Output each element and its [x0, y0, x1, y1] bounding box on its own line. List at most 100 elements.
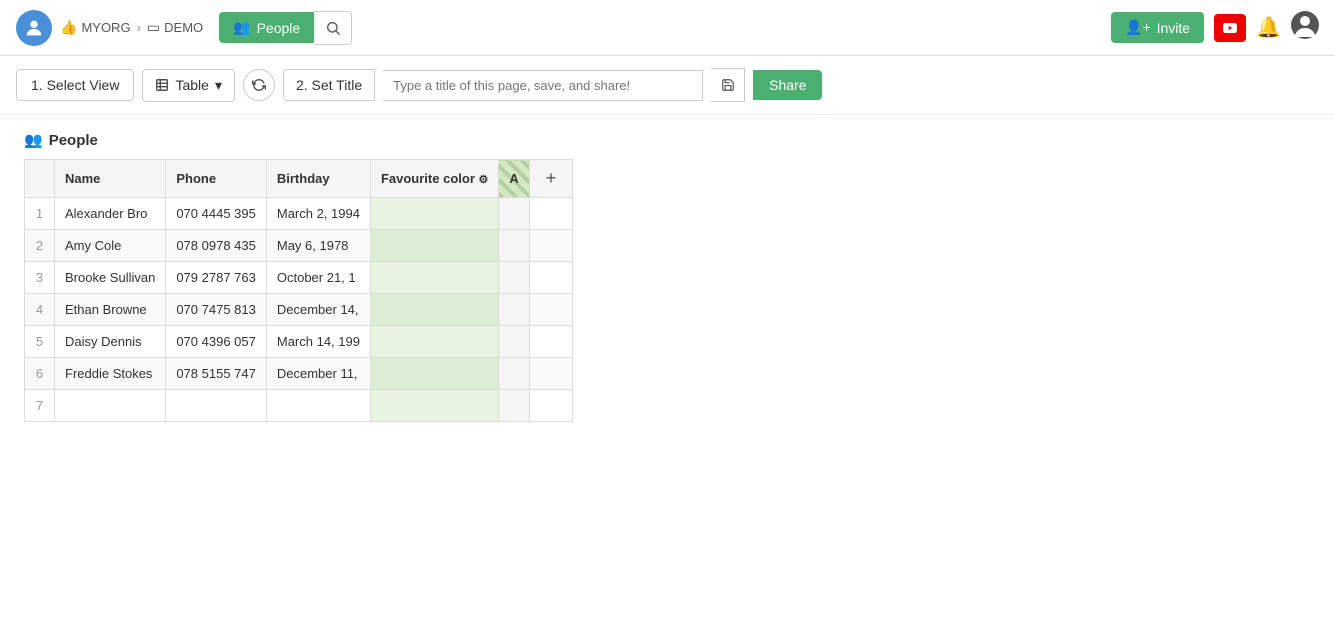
col-header-rownum — [25, 160, 55, 198]
invite-button[interactable]: 👤+ Invite — [1111, 12, 1204, 43]
search-button[interactable] — [314, 11, 352, 45]
phone-cell[interactable]: 070 4445 395 — [166, 198, 267, 230]
name-cell[interactable]: Daisy Dennis — [55, 326, 166, 358]
phone-cell[interactable]: 078 5155 747 — [166, 358, 267, 390]
breadcrumb-separator: › — [137, 20, 141, 35]
phone-cell[interactable]: 078 0978 435 — [166, 230, 267, 262]
col-header-favourite-color: Favourite color ⚙ — [370, 160, 498, 198]
col-header-birthday: Birthday — [266, 160, 370, 198]
table-row: 4Ethan Browne070 7475 813December 14, — [25, 294, 573, 326]
row-num-cell: 5 — [25, 326, 55, 358]
select-view-button[interactable]: 1. Select View — [16, 69, 134, 101]
name-cell[interactable] — [55, 390, 166, 422]
extra-col-cell — [529, 390, 573, 422]
invite-label: Invite — [1157, 20, 1190, 36]
share-button[interactable]: Share — [753, 70, 822, 100]
a-cell[interactable] — [499, 390, 529, 422]
row-num-cell: 3 — [25, 262, 55, 294]
extra-col-cell — [529, 230, 573, 262]
add-column-button[interactable]: + — [540, 168, 563, 189]
invite-icon: 👤+ — [1125, 19, 1151, 36]
youtube-button[interactable] — [1214, 14, 1246, 42]
favourite-color-cell[interactable] — [370, 230, 498, 262]
table-row: 5Daisy Dennis070 4396 057March 14, 199 — [25, 326, 573, 358]
set-title-label: 2. Set Title — [283, 69, 375, 101]
top-navigation: 👍 MYORG › ▭ DEMO 👥 People 👤+ Invite — [0, 0, 1335, 56]
section-title-text: People — [49, 132, 98, 149]
favourite-color-cell[interactable] — [370, 326, 498, 358]
people-table: Name Phone Birthday Favourite color ⚙ A … — [24, 159, 573, 422]
birthday-cell[interactable]: May 6, 1978 — [266, 230, 370, 262]
people-icon: 👥 — [233, 19, 250, 36]
table-row: 3Brooke Sullivan079 2787 763October 21, … — [25, 262, 573, 294]
name-cell[interactable]: Brooke Sullivan — [55, 262, 166, 294]
row-num-cell: 1 — [25, 198, 55, 230]
extra-col-cell — [529, 198, 573, 230]
people-button[interactable]: 👥 People — [219, 12, 314, 43]
row-num-cell: 4 — [25, 294, 55, 326]
table-label: Table — [175, 77, 208, 93]
search-bar: 👥 People — [219, 11, 899, 45]
nav-right: 👤+ Invite 🔔 — [1111, 11, 1319, 45]
birthday-cell[interactable]: March 14, 199 — [266, 326, 370, 358]
people-section-icon: 👥 — [24, 131, 43, 149]
row-num-cell: 2 — [25, 230, 55, 262]
toolbar: 1. Select View Table ▾ 2. Set Title Shar… — [0, 56, 1335, 115]
extra-col-cell — [529, 262, 573, 294]
main-content: 👥 People Name Phone Birthday Favourite c… — [0, 115, 1335, 438]
birthday-cell[interactable]: December 14, — [266, 294, 370, 326]
table-row: 1Alexander Bro070 4445 395March 2, 1994 — [25, 198, 573, 230]
favourite-color-cell[interactable] — [370, 198, 498, 230]
favourite-color-cell[interactable] — [370, 358, 498, 390]
birthday-cell[interactable]: October 21, 1 — [266, 262, 370, 294]
phone-cell[interactable]: 070 7475 813 — [166, 294, 267, 326]
extra-col-cell — [529, 294, 573, 326]
row-num-cell: 6 — [25, 358, 55, 390]
table-row: 2Amy Cole078 0978 435May 6, 1978 — [25, 230, 573, 262]
section-title: 👥 People — [24, 131, 1311, 149]
notifications-icon[interactable]: 🔔 — [1256, 15, 1281, 40]
birthday-cell[interactable] — [266, 390, 370, 422]
a-cell[interactable] — [499, 326, 529, 358]
favourite-color-settings-icon[interactable]: ⚙ — [479, 174, 489, 186]
people-button-label: People — [257, 20, 301, 36]
breadcrumb-demo[interactable]: ▭ DEMO — [147, 19, 203, 36]
title-input[interactable] — [383, 70, 703, 101]
col-header-phone: Phone — [166, 160, 267, 198]
name-cell[interactable]: Amy Cole — [55, 230, 166, 262]
table-dropdown-button[interactable]: Table ▾ — [142, 69, 235, 102]
save-button[interactable] — [711, 68, 745, 102]
table-wrapper: Name Phone Birthday Favourite color ⚙ A … — [24, 159, 1311, 422]
favourite-color-cell[interactable] — [370, 390, 498, 422]
phone-cell[interactable]: 079 2787 763 — [166, 262, 267, 294]
phone-cell[interactable]: 070 4396 057 — [166, 326, 267, 358]
a-cell[interactable] — [499, 230, 529, 262]
extra-col-cell — [529, 326, 573, 358]
birthday-cell[interactable]: December 11, — [266, 358, 370, 390]
user-avatar[interactable] — [1291, 11, 1319, 45]
refresh-button[interactable] — [243, 69, 275, 101]
breadcrumb-org[interactable]: 👍 MYORG — [60, 19, 131, 36]
phone-cell[interactable] — [166, 390, 267, 422]
logo-avatar — [16, 10, 52, 46]
a-cell[interactable] — [499, 294, 529, 326]
favourite-color-cell[interactable] — [370, 262, 498, 294]
a-cell[interactable] — [499, 358, 529, 390]
demo-label: DEMO — [164, 20, 203, 35]
col-header-a: A — [499, 160, 529, 198]
name-cell[interactable]: Freddie Stokes — [55, 358, 166, 390]
birthday-cell[interactable]: March 2, 1994 — [266, 198, 370, 230]
table-row: 6Freddie Stokes078 5155 747December 11, — [25, 358, 573, 390]
a-cell[interactable] — [499, 262, 529, 294]
org-label: MYORG — [81, 20, 130, 35]
extra-col-cell — [529, 358, 573, 390]
name-cell[interactable]: Ethan Browne — [55, 294, 166, 326]
a-cell[interactable] — [499, 198, 529, 230]
row-num-cell: 7 — [25, 390, 55, 422]
favourite-color-cell[interactable] — [370, 294, 498, 326]
breadcrumb: 👍 MYORG › ▭ DEMO — [60, 19, 203, 36]
name-cell[interactable]: Alexander Bro — [55, 198, 166, 230]
table-row: 7 — [25, 390, 573, 422]
add-column-header: + — [529, 160, 573, 198]
col-header-name: Name — [55, 160, 166, 198]
